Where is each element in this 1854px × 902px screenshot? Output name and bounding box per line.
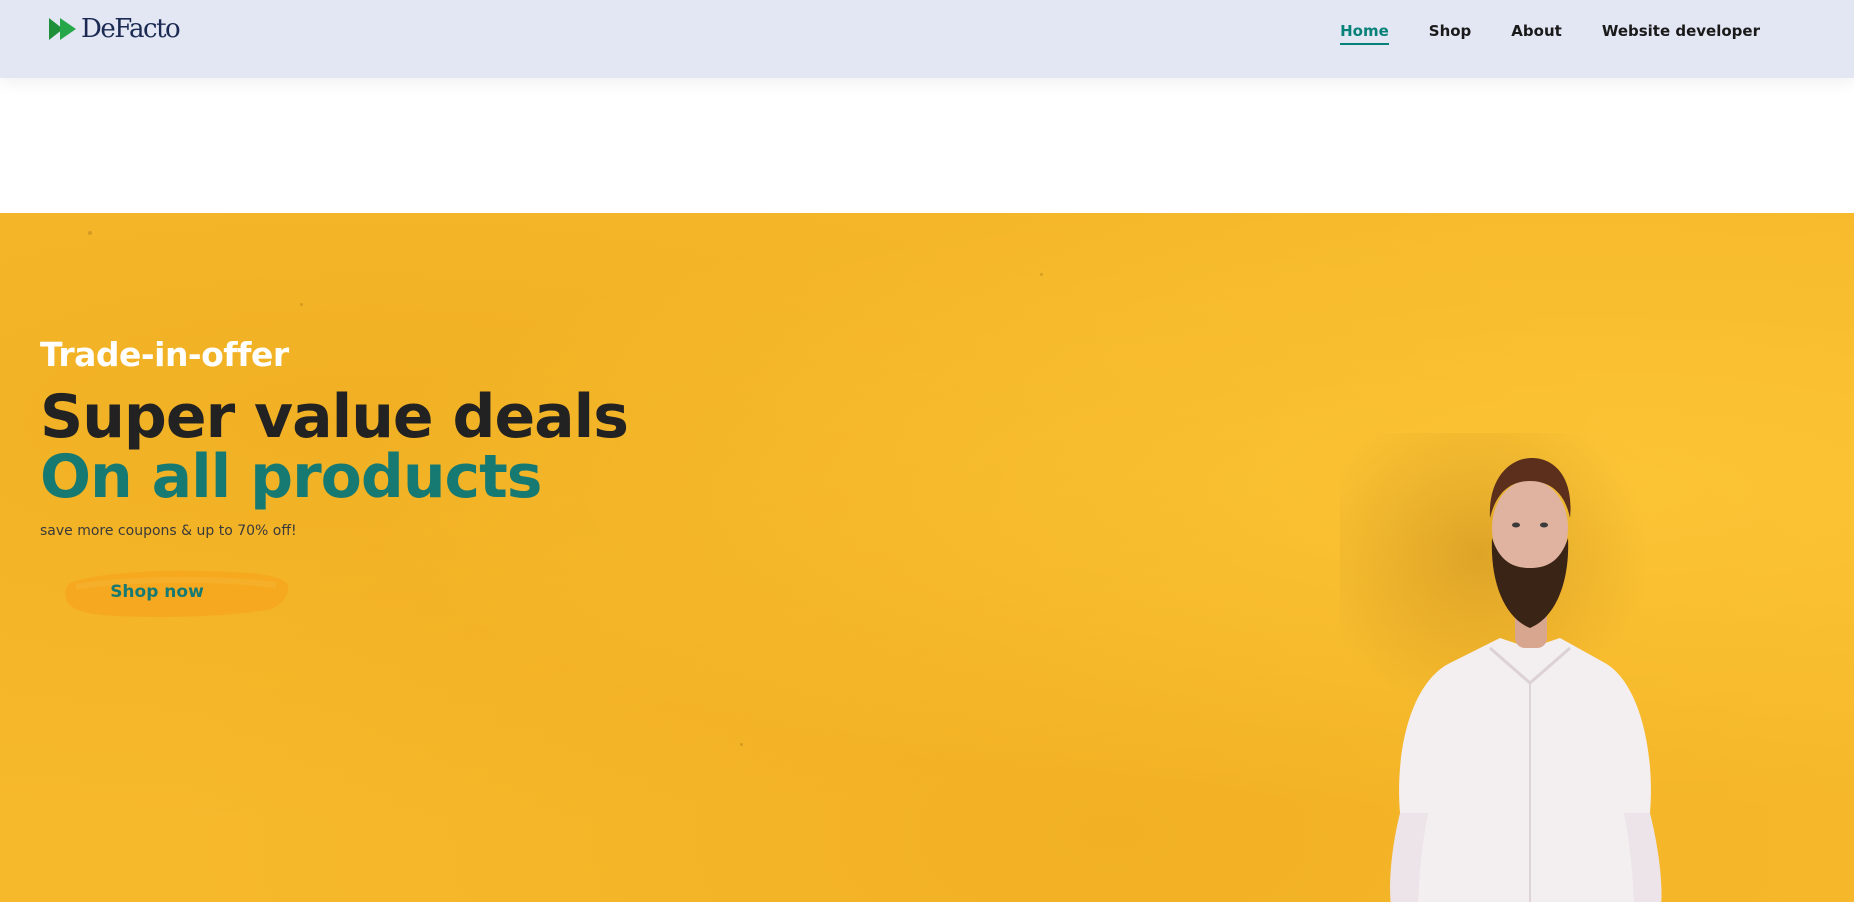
shop-now-label: Shop now bbox=[110, 582, 204, 602]
hero-tagline: save more coupons & up to 70% off! bbox=[40, 523, 297, 539]
texture-speck bbox=[88, 231, 92, 235]
logo[interactable]: DeFacto bbox=[49, 14, 181, 44]
main-nav: Home Shop About Website developer bbox=[1340, 20, 1760, 45]
logo-play-icon bbox=[49, 18, 76, 40]
model-photo bbox=[1340, 433, 1662, 902]
hero-banner: Trade-in-offer Super value deals On all … bbox=[0, 213, 1854, 902]
logo-text: DeFacto bbox=[81, 14, 181, 44]
texture-speck bbox=[1040, 273, 1043, 276]
hero-eyebrow: Trade-in-offer bbox=[40, 335, 289, 374]
shop-now-button[interactable]: Shop now bbox=[62, 563, 288, 621]
nav-shop[interactable]: Shop bbox=[1429, 20, 1472, 42]
nav-about[interactable]: About bbox=[1511, 20, 1562, 42]
texture-speck bbox=[740, 743, 743, 746]
nav-website-developer[interactable]: Website developer bbox=[1602, 20, 1760, 42]
hero-subheadline: On all products bbox=[40, 442, 543, 512]
site-header: DeFacto Home Shop About Website develope… bbox=[0, 0, 1854, 78]
texture-speck bbox=[300, 303, 303, 306]
nav-home[interactable]: Home bbox=[1340, 20, 1389, 45]
